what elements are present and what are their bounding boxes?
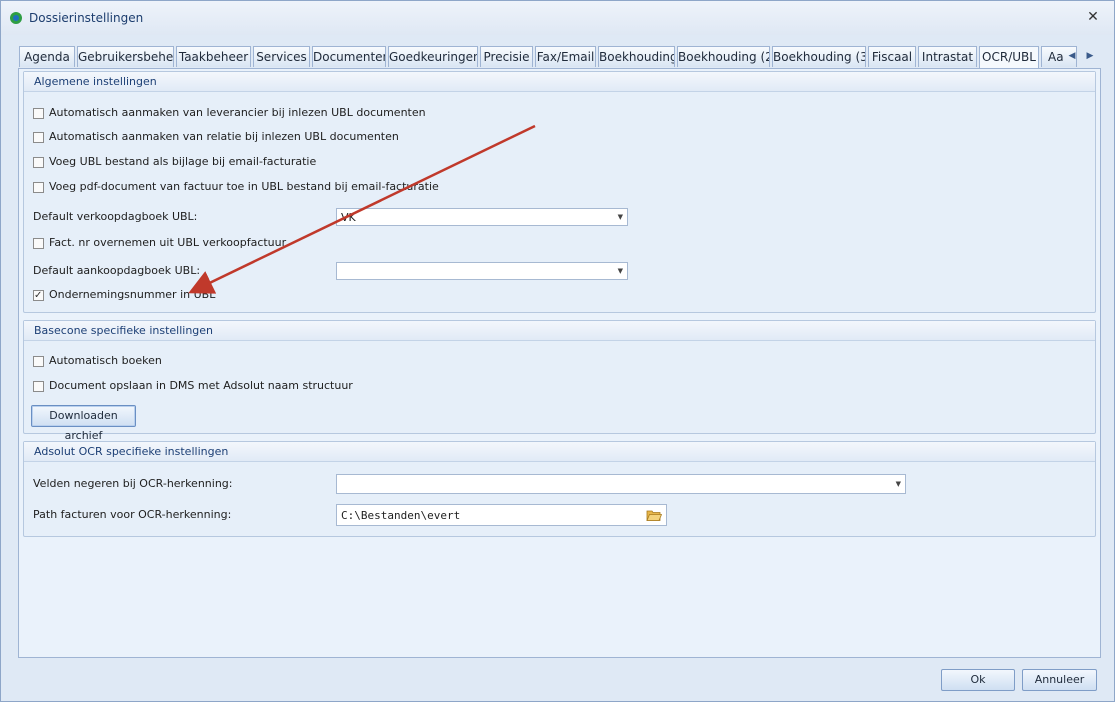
group-ocr: Adsolut OCR specifieke instellingen Veld… <box>23 441 1096 537</box>
tab-precisie[interactable]: Precisie <box>480 46 533 67</box>
tab-taakbeheer[interactable]: Taakbeheer <box>176 46 251 67</box>
tab-page-ocr-ubl: Algemene instellingen Automatisch aanmak… <box>18 68 1101 658</box>
tab-agenda[interactable]: Agenda <box>19 46 75 67</box>
tab-ocr-ubl[interactable]: OCR/UBL <box>979 46 1039 68</box>
download-archive-button[interactable]: Downloaden archief <box>31 405 136 442</box>
checkbox[interactable] <box>33 182 44 193</box>
checkbox-label: Ondernemingsnummer in UBL <box>49 288 216 301</box>
app-icon <box>10 12 22 24</box>
checkbox[interactable] <box>33 238 44 249</box>
chevron-down-icon[interactable]: ▼ <box>618 267 623 275</box>
tab-boekhouding-3[interactable]: Boekhouding (3) <box>772 46 866 67</box>
checkbox[interactable] <box>33 132 44 143</box>
tab-boekhouding-2[interactable]: Boekhouding (2) <box>677 46 770 67</box>
tab-documenten[interactable]: Documenten <box>312 46 386 67</box>
tab-strip: Agenda Gebruikersbeheer Taakbeheer Servi… <box>19 46 1101 68</box>
ok-button[interactable]: Ok <box>941 669 1015 691</box>
checkbox-label: Voeg pdf-document van factuur toe in UBL… <box>49 180 439 193</box>
folder-icon[interactable] <box>646 509 662 521</box>
checkbox[interactable] <box>33 108 44 119</box>
cancel-button[interactable]: Annuleer <box>1022 669 1097 691</box>
checkbox[interactable] <box>33 381 44 392</box>
group-header-basecone: Basecone specifieke instellingen <box>24 321 1095 341</box>
checkbox[interactable] <box>33 157 44 168</box>
close-icon[interactable]: ✕ <box>1084 8 1102 26</box>
group-general-settings: Algemene instellingen Automatisch aanmak… <box>23 71 1096 313</box>
title-bar: Dossierinstellingen ✕ <box>1 1 1114 35</box>
group-header-general: Algemene instellingen <box>24 72 1095 92</box>
sales-journal-select[interactable]: VK ▼ <box>336 208 628 226</box>
tab-fiscaal[interactable]: Fiscaal <box>868 46 916 67</box>
checkbox-checked[interactable] <box>33 288 44 304</box>
checkbox-label: Automatisch aanmaken van leverancier bij… <box>49 106 426 119</box>
checkbox-label: Voeg UBL bestand als bijlage bij email-f… <box>49 155 317 168</box>
tab-intrastat[interactable]: Intrastat <box>918 46 977 67</box>
path-input[interactable]: C:\Bestanden\evert <box>336 504 667 526</box>
tab-services[interactable]: Services <box>253 46 310 67</box>
tab-fax-email[interactable]: Fax/Email <box>535 46 596 67</box>
sales-journal-value: VK <box>341 211 356 224</box>
tab-scroll-left-icon[interactable]: ◀ <box>1065 47 1079 65</box>
sales-journal-label: Default verkoopdagboek UBL: <box>33 210 198 223</box>
tab-goedkeuringen[interactable]: Goedkeuringen <box>388 46 478 67</box>
checkbox-label: Fact. nr overnemen uit UBL verkoopfactuu… <box>49 236 287 249</box>
tab-boekhouding[interactable]: Boekhouding <box>598 46 675 67</box>
chevron-down-icon[interactable]: ▼ <box>896 480 901 488</box>
checkbox-label: Automatisch boeken <box>49 354 162 367</box>
dialog-window: Dossierinstellingen ✕ Agenda Gebruikersb… <box>0 0 1115 702</box>
checkbox-label: Document opslaan in DMS met Adsolut naam… <box>49 379 353 392</box>
group-basecone: Basecone specifieke instellingen Automat… <box>23 320 1096 442</box>
checkbox[interactable] <box>33 356 44 367</box>
purchase-journal-select[interactable]: ▼ <box>336 262 628 280</box>
ignore-fields-select[interactable]: ▼ <box>336 474 906 494</box>
checkbox-label: Automatisch aanmaken van relatie bij inl… <box>49 130 399 143</box>
path-label: Path facturen voor OCR-herkenning: <box>33 508 232 521</box>
path-value: C:\Bestanden\evert <box>341 509 461 522</box>
group-header-ocr: Adsolut OCR specifieke instellingen <box>24 442 1095 462</box>
ignore-fields-label: Velden negeren bij OCR-herkenning: <box>33 477 233 490</box>
purchase-journal-label: Default aankoopdagboek UBL: <box>33 264 201 277</box>
window-title: Dossierinstellingen <box>29 11 144 25</box>
chevron-down-icon[interactable]: ▼ <box>618 213 623 221</box>
tab-gebruikersbeheer[interactable]: Gebruikersbeheer <box>77 46 174 67</box>
tab-scroll-right-icon[interactable]: ▶ <box>1083 47 1097 65</box>
